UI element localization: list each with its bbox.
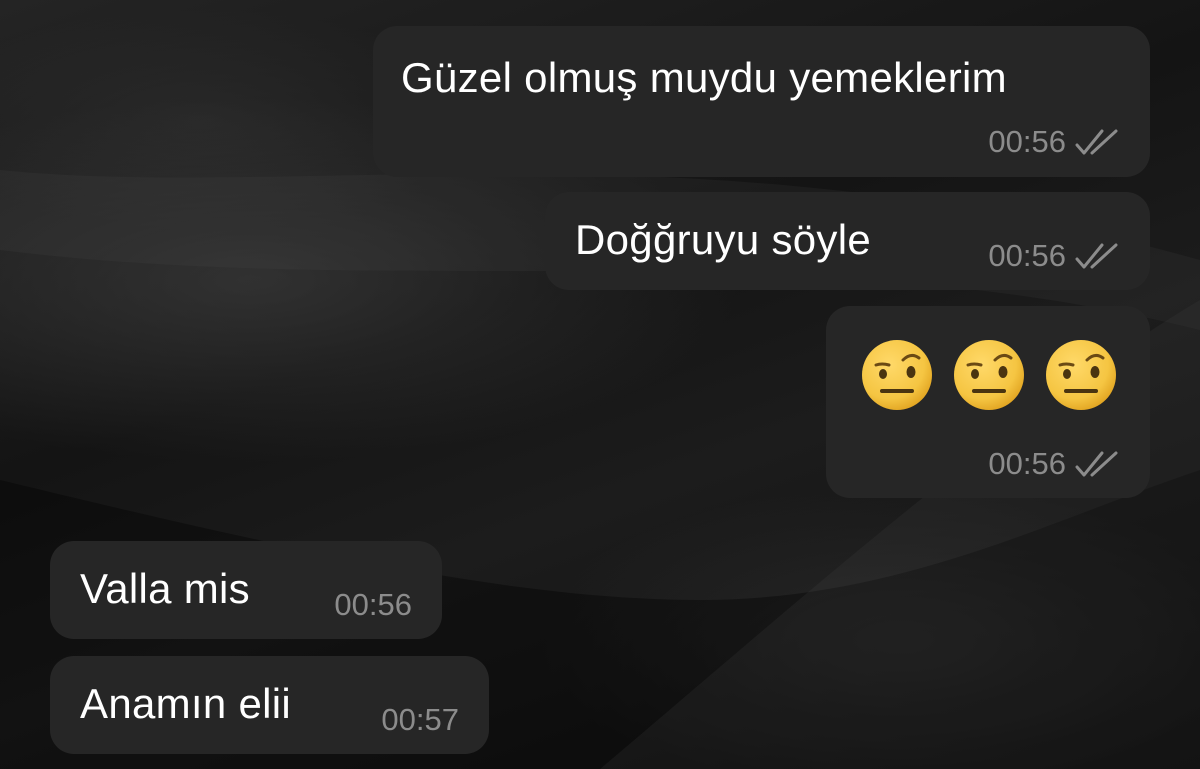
read-double-check-icon — [1075, 243, 1118, 269]
message-meta: 00:56 — [988, 238, 1120, 274]
face-with-raised-eyebrow-emoji-icon — [862, 340, 932, 410]
read-double-check-icon — [1075, 129, 1118, 155]
message-text: Anamın elii — [80, 680, 292, 727]
message-text: Güzel olmuş muydu yemeklerim — [401, 54, 1007, 101]
outgoing-message-bubble[interactable]: Doğğruyu söyle 00:56 — [545, 192, 1150, 290]
read-double-check-icon — [1075, 451, 1118, 477]
message-time: 00:56 — [988, 238, 1066, 273]
incoming-message-bubble[interactable]: Valla mis 00:56 — [50, 541, 442, 639]
incoming-message-bubble[interactable]: Anamın elii 00:57 — [50, 656, 489, 754]
message-meta: 00:57 — [381, 702, 459, 738]
message-text: Valla mis — [80, 565, 250, 612]
message-time: 00:57 — [381, 702, 459, 737]
message-time: 00:56 — [334, 587, 412, 622]
message-text: Doğğruyu söyle — [575, 216, 872, 263]
message-meta: 00:56 — [988, 446, 1120, 482]
message-meta: 00:56 — [334, 587, 412, 623]
message-time: 00:56 — [988, 446, 1066, 481]
outgoing-emoji-message-bubble[interactable]: 00:56 — [826, 306, 1150, 498]
emoji-row — [860, 338, 1118, 412]
message-time: 00:56 — [988, 124, 1066, 159]
face-with-raised-eyebrow-emoji-icon — [1046, 340, 1116, 410]
face-with-raised-eyebrow-emoji-icon — [954, 340, 1024, 410]
outgoing-message-bubble[interactable]: Güzel olmuş muydu yemeklerim 00:56 — [373, 26, 1150, 177]
message-meta: 00:56 — [988, 124, 1120, 160]
